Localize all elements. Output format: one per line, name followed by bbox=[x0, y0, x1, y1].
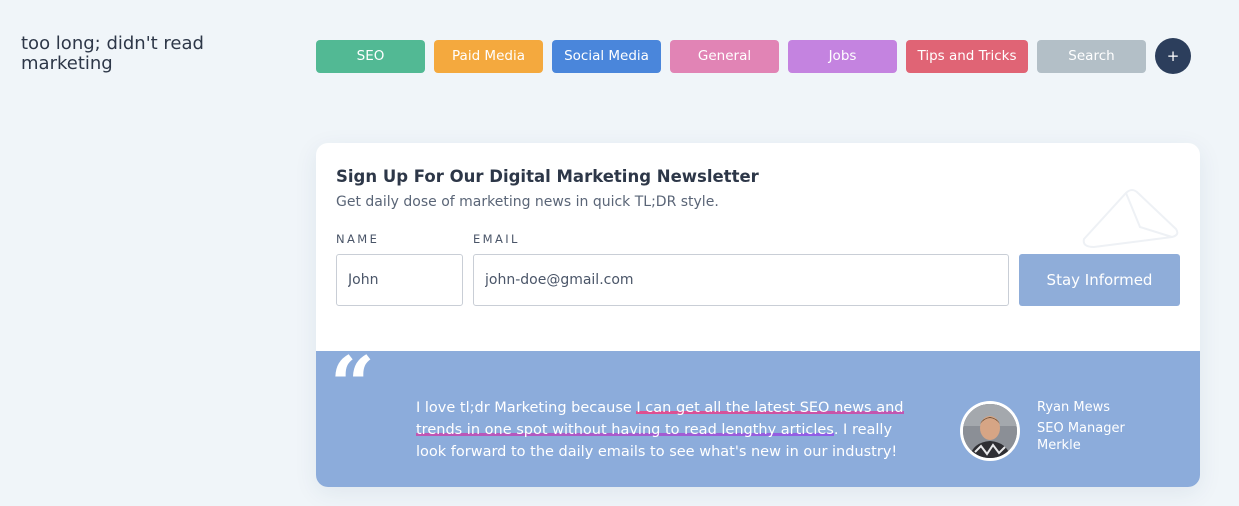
brand-line-1: too long; didn't read bbox=[21, 33, 204, 54]
newsletter-title: Sign Up For Our Digital Marketing Newsle… bbox=[336, 167, 759, 186]
email-label: EMAIL bbox=[473, 232, 520, 246]
name-label: NAME bbox=[336, 232, 380, 246]
quote-mark-icon: “ bbox=[330, 340, 375, 431]
stay-informed-button[interactable]: Stay Informed bbox=[1019, 254, 1180, 306]
author-title: SEO Manager bbox=[1037, 421, 1125, 436]
paper-plane-icon bbox=[1082, 189, 1179, 249]
nav-jobs-button[interactable]: Jobs bbox=[788, 39, 897, 73]
site-logo-text[interactable]: too long; didn't read marketing bbox=[21, 34, 251, 74]
avatar bbox=[960, 401, 1020, 461]
testimonial-quote: I love tl;dr Marketing because I can get… bbox=[416, 397, 916, 463]
author-company: Merkle bbox=[1037, 438, 1081, 453]
brand-line-2: marketing bbox=[21, 53, 113, 74]
avatar-photo bbox=[963, 404, 1017, 458]
add-plus-button[interactable]: + bbox=[1155, 38, 1191, 74]
newsletter-card: Sign Up For Our Digital Marketing Newsle… bbox=[316, 143, 1200, 487]
email-input[interactable] bbox=[473, 254, 1009, 306]
nav-search-button[interactable]: Search bbox=[1037, 39, 1146, 73]
nav-general-button[interactable]: General bbox=[670, 39, 779, 73]
author-name: Ryan Mews bbox=[1037, 400, 1110, 415]
name-input[interactable] bbox=[336, 254, 463, 306]
newsletter-subtitle: Get daily dose of marketing news in quic… bbox=[336, 194, 719, 210]
nav-seo-button[interactable]: SEO bbox=[316, 39, 425, 73]
nav-tips-and-tricks-button[interactable]: Tips and Tricks bbox=[906, 39, 1028, 73]
testimonial-section: “ I love tl;dr Marketing because I can g… bbox=[316, 347, 1200, 487]
testimonial-author: Ryan Mews SEO Manager Merkle bbox=[1037, 399, 1125, 454]
nav-social-media-button[interactable]: Social Media bbox=[552, 39, 661, 73]
newsletter-form-section: Sign Up For Our Digital Marketing Newsle… bbox=[316, 143, 1200, 351]
nav-paid-media-button[interactable]: Paid Media bbox=[434, 39, 543, 73]
category-nav: SEO Paid Media Social Media General Jobs… bbox=[316, 38, 1191, 74]
person-photo-icon bbox=[963, 404, 1017, 458]
quote-text-start: I love tl;dr Marketing because bbox=[416, 400, 637, 416]
